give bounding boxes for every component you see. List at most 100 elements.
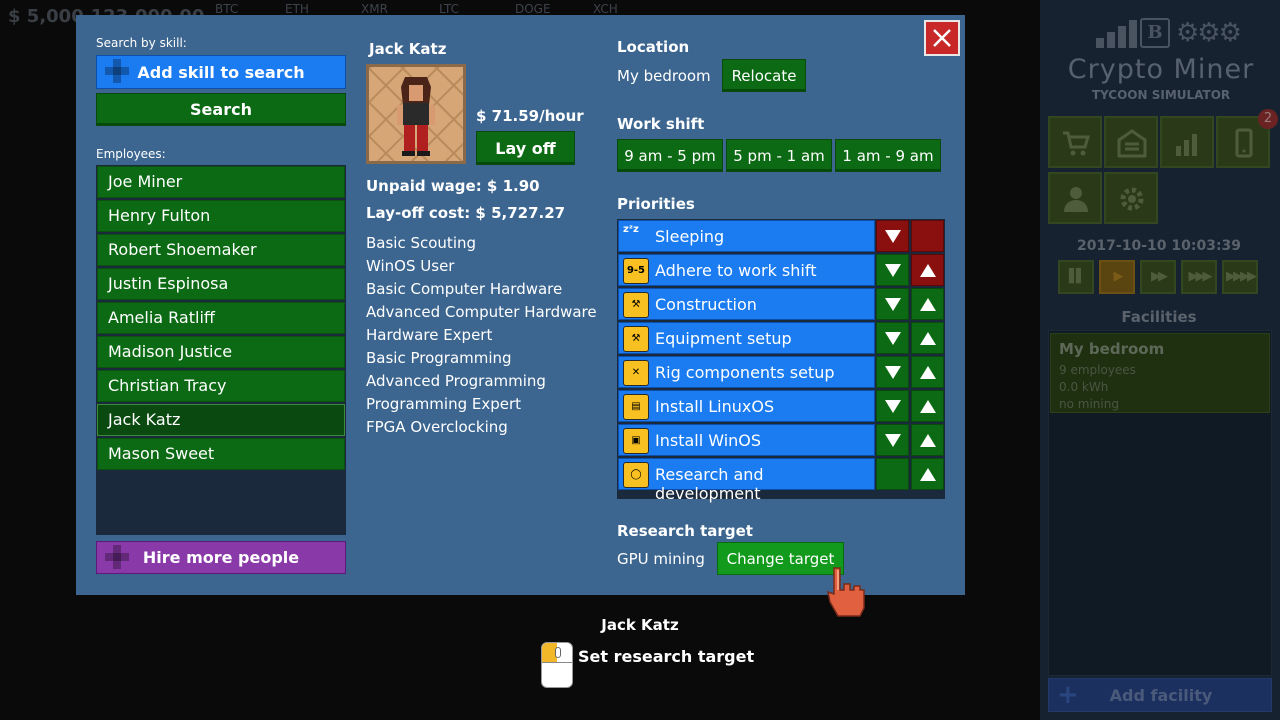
work-shift-title: Work shift <box>617 115 705 133</box>
arrow-down-icon <box>885 230 901 243</box>
priority-row-winos: ▣ Install WinOS <box>618 424 875 456</box>
play-icon: ▶ <box>1113 269 1124 284</box>
fastest-icon: ▶▶▶▶ <box>1226 269 1257 284</box>
close-button[interactable] <box>924 20 960 56</box>
employee-item[interactable]: Henry Fulton <box>97 200 345 232</box>
gear-icon <box>1120 187 1144 211</box>
hire-button[interactable]: Hire more people <box>96 541 346 574</box>
add-skill-button[interactable]: Add skill to search <box>96 55 346 89</box>
play-button[interactable]: ▶ <box>1099 260 1135 294</box>
bars-logo-icon <box>1096 20 1140 48</box>
arrow-up-icon <box>920 366 936 379</box>
linux-install-icon: ▤ <box>623 394 649 420</box>
lay-off-cost: Lay-off cost: $ 5,727.27 <box>366 204 566 222</box>
add-facility-button[interactable]: + Add facility <box>1048 678 1272 712</box>
bitcoin-chip-icon: B <box>1140 18 1170 48</box>
plus-icon <box>105 59 129 83</box>
priorities-title: Priorities <box>617 195 695 213</box>
lay-off-label: Lay off <box>495 138 556 158</box>
shop-button[interactable] <box>1048 116 1102 168</box>
settings-button[interactable] <box>1104 172 1158 224</box>
priority-up-button[interactable] <box>911 390 944 422</box>
add-facility-label: Add facility <box>1109 686 1213 705</box>
employee-list: Joe Miner Henry Fulton Robert Shoemaker … <box>96 165 346 535</box>
employee-item[interactable]: Robert Shoemaker <box>97 234 345 266</box>
priority-up-button[interactable] <box>911 356 944 388</box>
shop-icon <box>1063 131 1091 156</box>
arrow-up-icon <box>920 298 936 311</box>
priority-down-button[interactable] <box>876 220 909 252</box>
hint-action-text: Set research target <box>578 647 755 666</box>
skill-item: Hardware Expert <box>366 326 493 344</box>
employee-dialog: Search by skill: Add skill to search Sea… <box>76 15 965 595</box>
employee-item[interactable]: Christian Tracy <box>97 370 345 402</box>
lightbulb-icon: ◯ <box>623 462 649 488</box>
faster-button[interactable]: ▶▶▶ <box>1181 260 1217 294</box>
warehouse-button[interactable] <box>1104 116 1158 168</box>
priority-label: Rig components setup <box>655 363 835 382</box>
shift-button-day[interactable]: 9 am - 5 pm <box>617 139 723 172</box>
employee-item[interactable]: Mason Sweet <box>97 438 345 470</box>
fastest-button[interactable]: ▶▶▶▶ <box>1222 260 1258 294</box>
priority-up-button[interactable] <box>911 288 944 320</box>
employee-item[interactable]: Joe Miner <box>97 166 345 198</box>
search-button[interactable]: Search <box>96 93 346 126</box>
skill-item: FPGA Overclocking <box>366 418 508 436</box>
unpaid-wage: Unpaid wage: $ 1.90 <box>366 177 540 195</box>
priority-label: Install WinOS <box>655 431 762 450</box>
shift-button-evening[interactable]: 5 pm - 1 am <box>726 139 832 172</box>
relocate-label: Relocate <box>731 66 797 85</box>
ticker-coin-btc: BTC <box>215 2 239 16</box>
pause-button[interactable]: ▌▌ <box>1058 260 1094 294</box>
employee-portrait <box>366 64 466 164</box>
phone-icon <box>1235 128 1253 158</box>
priority-down-button[interactable] <box>876 288 909 320</box>
relocate-button[interactable]: Relocate <box>722 59 806 92</box>
priority-down-button-empty <box>876 458 909 490</box>
employee-item-selected[interactable]: Jack Katz <box>97 404 345 436</box>
gears-logo-icon: ⚙⚙⚙ <box>1176 18 1242 48</box>
employee-item[interactable]: Justin Espinosa <box>97 268 345 300</box>
change-target-button[interactable]: Change target <box>717 542 844 575</box>
facility-item[interactable]: My bedroom 9 employees 0.0 kWh no mining <box>1050 333 1270 413</box>
shift-label: 5 pm - 1 am <box>733 146 825 165</box>
employees-button[interactable] <box>1048 172 1102 224</box>
stats-button[interactable] <box>1160 116 1214 168</box>
win-install-icon: ▣ <box>623 428 649 454</box>
facility-name: My bedroom <box>1059 340 1165 358</box>
employee-item[interactable]: Amelia Ratliff <box>97 302 345 334</box>
arrow-down-icon <box>885 298 901 311</box>
priority-row-rig-components: ✕ Rig components setup <box>618 356 875 388</box>
skill-item: Programming Expert <box>366 395 522 413</box>
shift-button-night[interactable]: 1 am - 9 am <box>835 139 941 172</box>
priority-down-button[interactable] <box>876 356 909 388</box>
fast-forward-button[interactable]: ▶▶ <box>1140 260 1176 294</box>
priority-label: Equipment setup <box>655 329 792 348</box>
hourly-wage: $ 71.59/hour <box>476 107 584 125</box>
ticker-coin-doge: DOGE <box>515 2 551 16</box>
portrait-image <box>369 67 463 161</box>
logo-title: Crypto Miner <box>1067 54 1255 85</box>
priority-row-equipment: ⚒ Equipment setup <box>618 322 875 354</box>
sleep-icon: zᶻz <box>623 224 639 235</box>
priority-down-button[interactable] <box>876 424 909 456</box>
priority-row-work-shift: 9-5 Adhere to work shift <box>618 254 875 286</box>
hint-employee-name: Jack Katz <box>601 616 679 634</box>
lay-off-button[interactable]: Lay off <box>476 131 575 165</box>
skill-item: Basic Programming <box>366 349 512 367</box>
priority-down-button[interactable] <box>876 322 909 354</box>
employees-label: Employees: <box>96 147 166 161</box>
skill-item: Basic Computer Hardware <box>366 280 563 298</box>
location-title: Location <box>617 38 690 56</box>
fast-forward-icon: ▶▶ <box>1151 269 1168 284</box>
change-target-label: Change target <box>726 549 835 568</box>
priority-up-button[interactable] <box>911 458 944 490</box>
employee-item[interactable]: Madison Justice <box>97 336 345 368</box>
priority-down-button[interactable] <box>876 254 909 286</box>
arrow-down-icon <box>885 434 901 447</box>
shift-label: 9 am - 5 pm <box>624 146 716 165</box>
priority-up-button[interactable] <box>911 254 944 286</box>
priority-up-button[interactable] <box>911 424 944 456</box>
priority-down-button[interactable] <box>876 390 909 422</box>
priority-up-button[interactable] <box>911 322 944 354</box>
